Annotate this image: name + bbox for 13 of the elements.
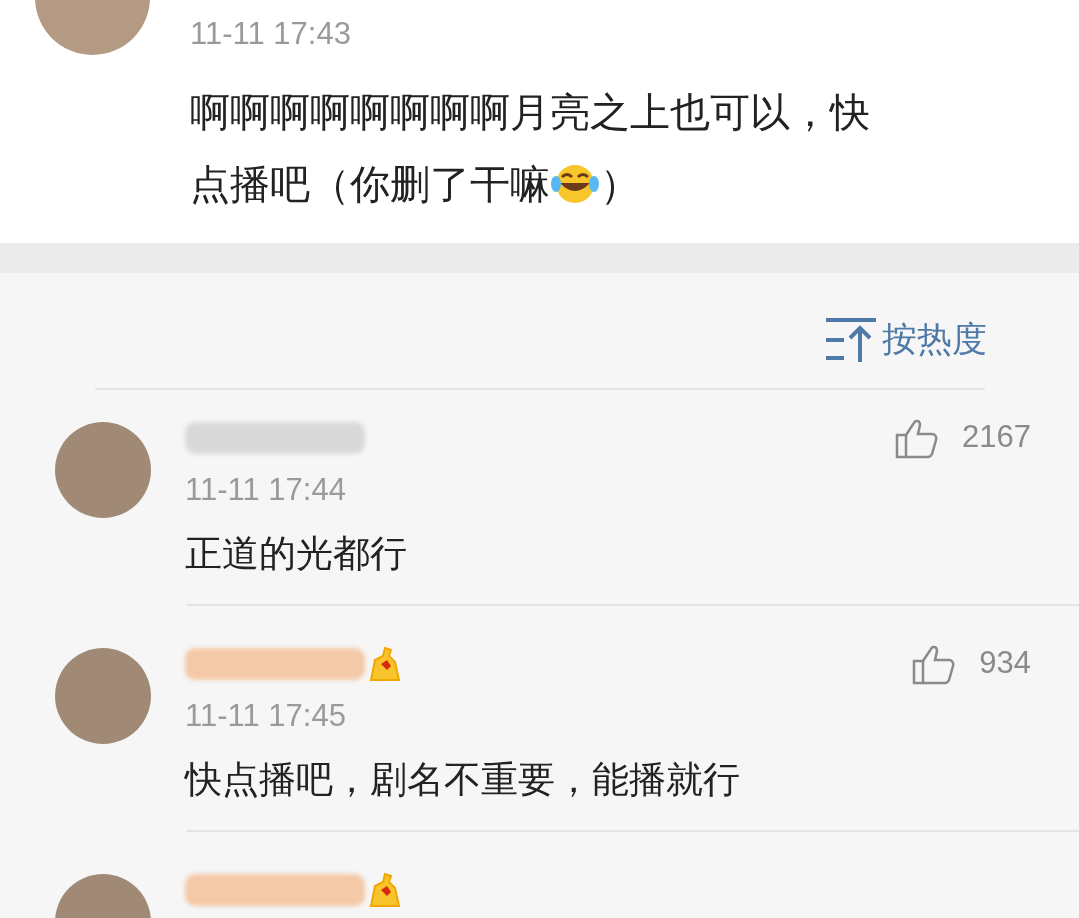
like-count: 934 [979, 644, 1031, 683]
post-time: 11-11 17:43 [190, 15, 352, 53]
sort-by-popularity-button[interactable]: 按热度 [824, 313, 987, 366]
laughing-emoji-icon [550, 164, 600, 204]
sort-icon [824, 316, 876, 363]
like-count: 2167 [962, 418, 1031, 457]
comment-text: 快点播吧，剧名不重要，能播就行 [185, 757, 741, 802]
comment-time: 11-11 17:45 [185, 696, 347, 735]
post-text: 点播吧（你删了干嘛 [190, 161, 550, 208]
post-text: 啊啊啊啊啊啊啊啊月亮之上也可以，快 [190, 89, 870, 136]
comment-time: 11-11 17:44 [185, 470, 347, 509]
post-text: ） [600, 161, 640, 208]
comment-text: 正道的光都行 [185, 531, 408, 576]
